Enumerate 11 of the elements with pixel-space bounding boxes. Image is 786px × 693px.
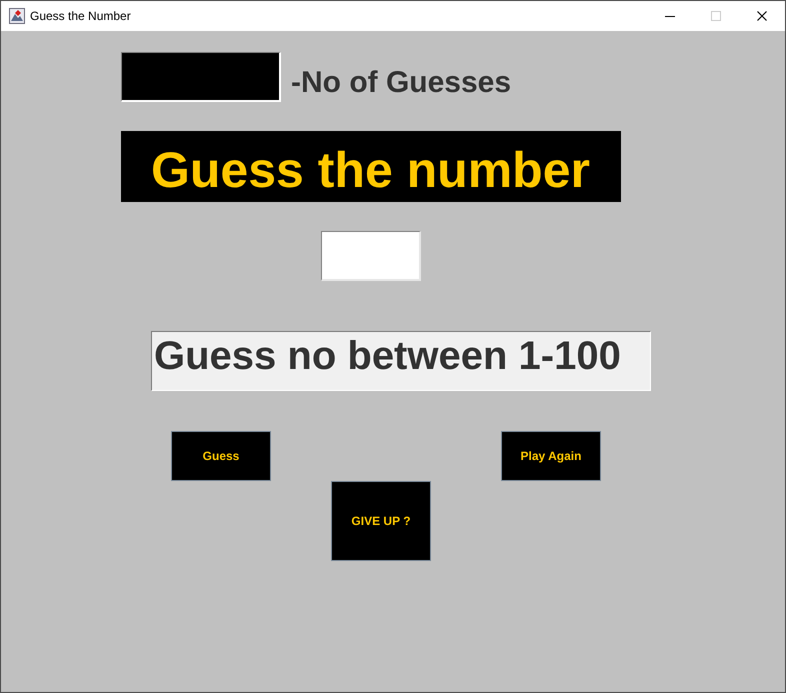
guess-input-field[interactable] <box>321 231 421 281</box>
message-field[interactable]: Guess no between 1-100 <box>151 331 651 391</box>
app-icon <box>9 8 25 24</box>
window-title: Guess the Number <box>30 9 131 23</box>
title-banner: Guess the number <box>121 131 621 202</box>
guess-button[interactable]: Guess <box>171 431 271 481</box>
close-icon <box>757 11 767 21</box>
maximize-icon <box>711 11 721 21</box>
play-again-button[interactable]: Play Again <box>501 431 601 481</box>
give-up-button[interactable]: GIVE UP ? <box>331 481 431 561</box>
guess-count-label: -No of Guesses <box>291 66 512 100</box>
